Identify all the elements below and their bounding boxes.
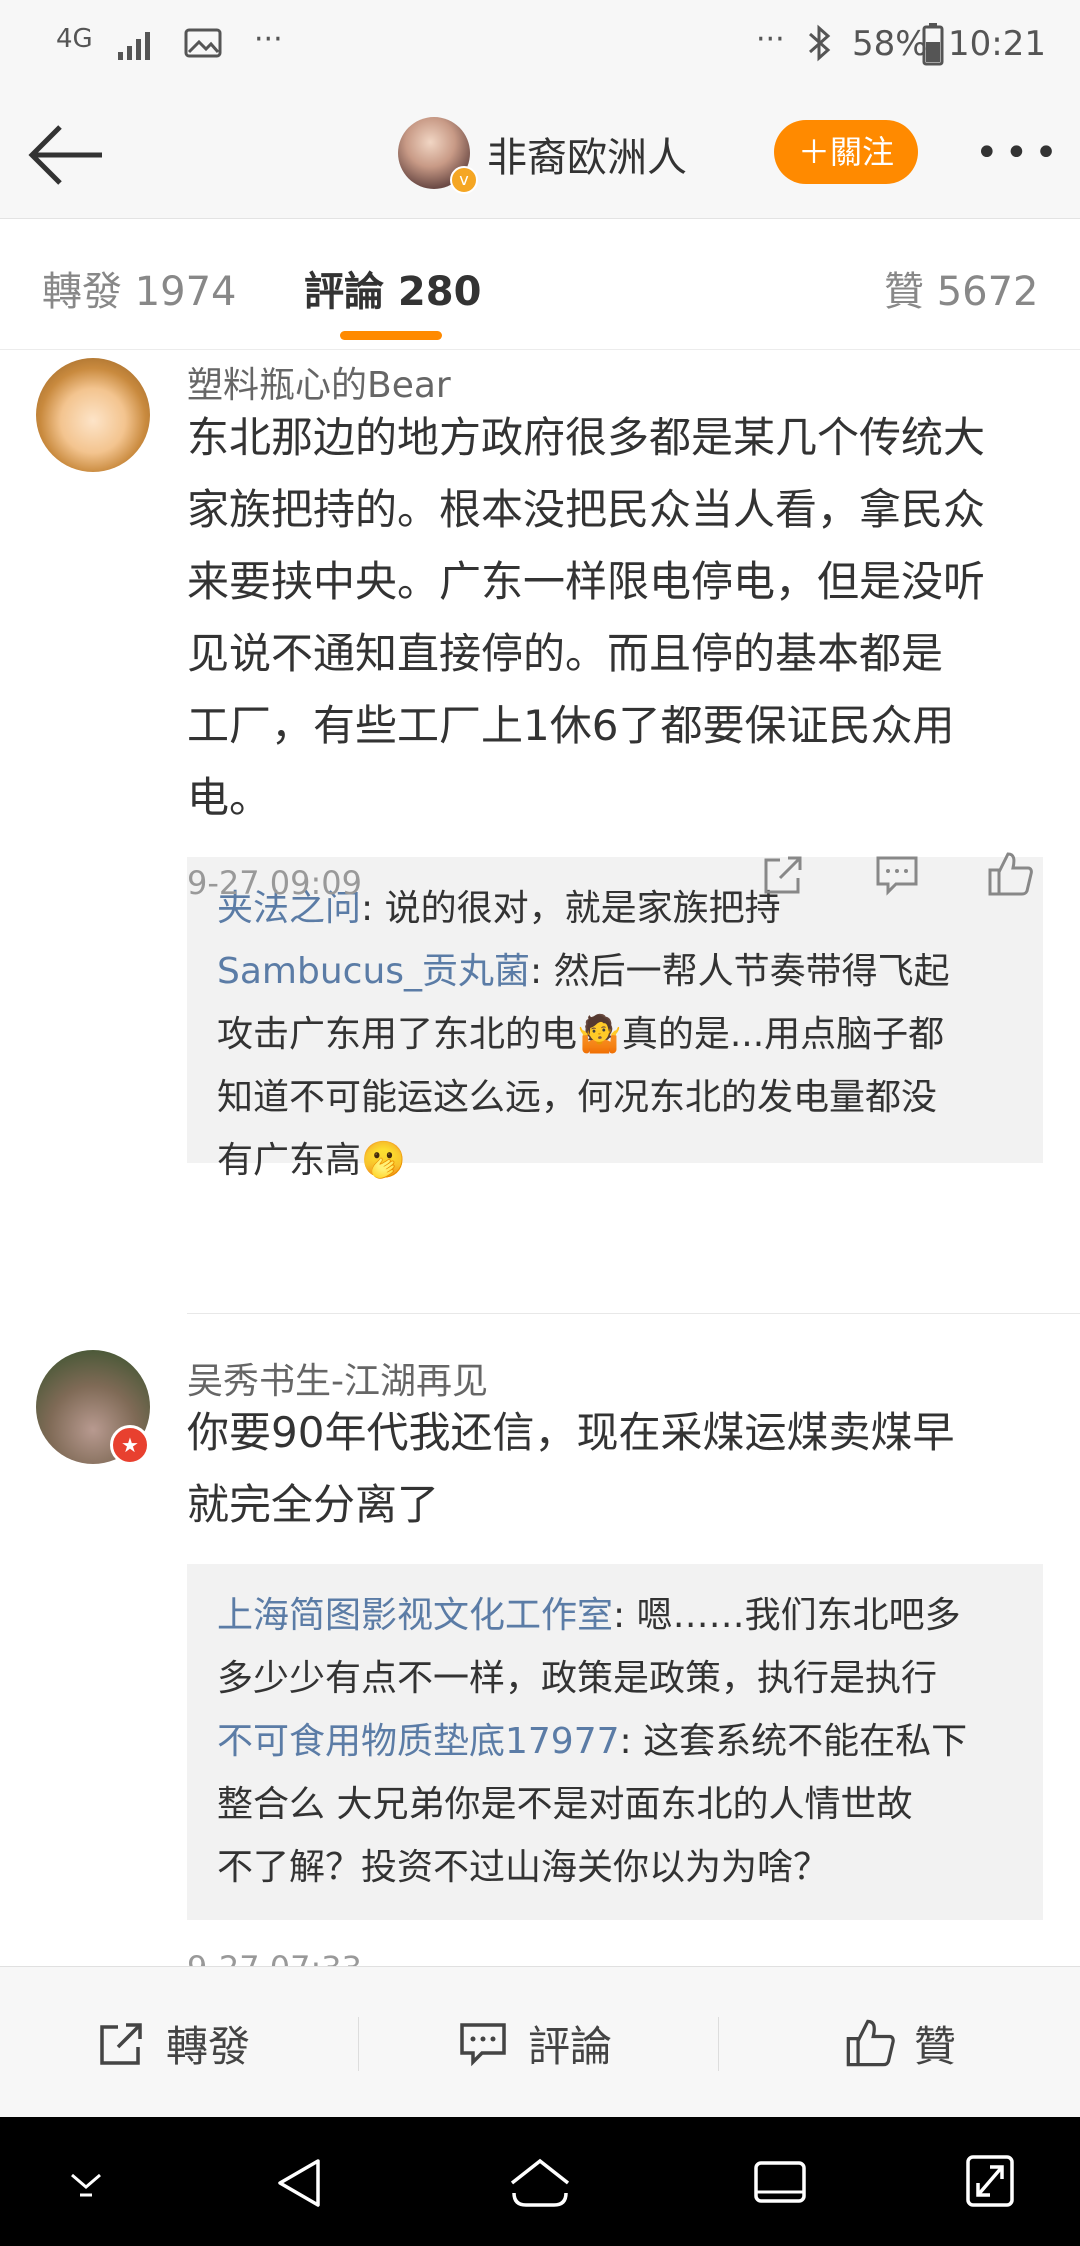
like-label: 贊 [914, 2022, 957, 2071]
bb-divider [358, 2017, 359, 2071]
comment-text-line: 来要挟中央。广东一样限电停电，但是没听 [187, 557, 986, 606]
repost-label: 轉發 [166, 2022, 251, 2071]
reply-thread[interactable]: 上海简图影视文化工作室: 嗯……我们东北吧多 多少少有点不一样，政策是政策，执行… [187, 1564, 1043, 1920]
comment-item: ★ 吴秀书生-江湖再见 你要90年代我还信，现在采煤运煤卖煤早 就完全分离了 上… [0, 1345, 1080, 1987]
commenter-name[interactable]: 塑料瓶心的Bear [187, 356, 451, 408]
comment-text-line: 见说不通知直接停的。而且停的基本都是 [187, 629, 944, 678]
share-icon [100, 2023, 142, 2065]
clock: 10:21 [948, 24, 1046, 64]
comment-text: 东北那边的地方政府很多都是某几个传统大 家族把持的。根本没把民众当人看，拿民众 … [187, 402, 1057, 834]
follow-button[interactable]: ＋關注 [774, 120, 918, 184]
image-notification-icon [184, 28, 222, 58]
share-icon[interactable] [760, 852, 806, 898]
comment-text-line: 电。 [187, 773, 272, 822]
comment-label: 評論 [528, 2022, 613, 2071]
reply-line: 上海简图影视文化工作室: 嗯……我们东北吧多 [217, 1584, 961, 1647]
reply-text-line: 多少少有点不一样，政策是政策，执行是执行 [217, 1658, 938, 1699]
reply-line: Sambucus_贡丸菌: 然后一帮人节奏带得飞起 [217, 940, 950, 1003]
comment-timestamp: 9-27 09:09 [187, 864, 363, 902]
comment-text-line: 东北那边的地方政府很多都是某几个传统大 [187, 413, 986, 462]
reply-user[interactable]: Sambucus_贡丸菌 [217, 951, 530, 992]
like-button[interactable]: 贊 [844, 2011, 1004, 2075]
recents-nav-icon[interactable] [752, 2157, 808, 2207]
network-indicator: 4G [56, 24, 93, 54]
tab-bar: 轉發 1974 評論 280 贊 5672 [0, 219, 1080, 350]
reply-thread[interactable]: 夹法之问: 说的很对，就是家族把持 Sambucus_贡丸菌: 然后一帮人节奏带… [187, 857, 1043, 1181]
comment-text-line: 家族把持的。根本没把民众当人看，拿民众 [187, 485, 986, 534]
comment-button[interactable]: 評論 [458, 2011, 658, 2075]
verified-badge-icon: v [450, 166, 478, 194]
like-icon [846, 2019, 895, 2067]
reply-text-line: 攻击广东用了东北的电🤷真的是...用点脑子都 [217, 1014, 945, 1055]
more-notifications-icon: ··· [254, 22, 283, 57]
back-arrow-icon[interactable] [26, 120, 106, 190]
reply-user[interactable]: 上海简图影视文化工作室 [217, 1595, 613, 1636]
bluetooth-icon [809, 24, 831, 62]
reply-text-line: 知道不可能运这么远，何况东北的发电量都没 [217, 1077, 938, 1118]
reply-text: : 说的很对，就是家族把持 [361, 888, 781, 929]
comment-text-line: 你要90年代我还信，现在采煤运煤卖煤早 [187, 1408, 955, 1457]
hide-keyboard-icon[interactable] [66, 2169, 106, 2199]
bottom-action-bar: 轉發 評論 贊 [0, 1966, 1080, 2118]
tab-reposts[interactable]: 轉發 1974 [42, 259, 237, 317]
reply-line: 不可食用物质垫底17977: 这套系统不能在私下 [217, 1710, 967, 1773]
like-icon[interactable] [986, 850, 1034, 898]
more-status-icons: ··· [756, 22, 785, 57]
reply-text-line: 整合么 大兄弟你是不是对面东北的人情世故 [217, 1784, 913, 1825]
comment-icon[interactable] [874, 852, 920, 898]
reply-text-line: 有广东高🫢 [217, 1140, 406, 1181]
reply-text: : 这套系统不能在私下 [619, 1721, 968, 1762]
battery-icon [922, 23, 944, 66]
reply-text: : 嗯……我们东北吧多 [613, 1595, 961, 1636]
comment-icon [460, 2023, 506, 2067]
user-name[interactable]: 非裔欧洲人 [487, 125, 687, 183]
expand-nav-icon[interactable] [964, 2153, 1016, 2209]
reply-text-line: 不了解？投资不过山海关你以为为啥？ [217, 1847, 830, 1888]
active-tab-indicator [340, 331, 442, 340]
more-options-icon[interactable]: ••• [975, 130, 1058, 176]
bb-divider [718, 2017, 719, 2071]
comment-item: 塑料瓶心的Bear 东北那边的地方政府很多都是某几个传统大 家族把持的。根本没把… [0, 350, 1080, 1314]
vip-badge-icon: ★ [110, 1425, 150, 1465]
back-nav-icon[interactable] [274, 2155, 324, 2211]
reply-user[interactable]: 不可食用物质垫底17977 [217, 1721, 620, 1762]
tab-comments[interactable]: 評論 280 [304, 259, 481, 317]
signal-icon [118, 32, 150, 60]
reply-text: : 然后一帮人节奏带得飞起 [530, 951, 950, 992]
comment-divider [187, 1313, 1080, 1314]
status-bar: 4G ··· ··· 58% 10:21 [0, 0, 1080, 90]
battery-percentage: 58% [852, 24, 928, 64]
top-navigation-bar: v 非裔欧洲人 ＋關注 ••• [0, 90, 1080, 219]
comment-text-line: 工厂，有些工厂上1休6了都要保证民众用 [187, 701, 955, 750]
tab-likes[interactable]: 贊 5672 [884, 259, 1039, 317]
commenter-avatar[interactable] [36, 358, 150, 472]
home-nav-icon[interactable] [508, 2155, 572, 2211]
comment-text: 你要90年代我还信，现在采煤运煤卖煤早 就完全分离了 [187, 1397, 1057, 1541]
comment-text-line: 就完全分离了 [187, 1480, 440, 1529]
repost-button[interactable]: 轉發 [96, 2011, 296, 2075]
system-navigation-bar [0, 2117, 1080, 2246]
